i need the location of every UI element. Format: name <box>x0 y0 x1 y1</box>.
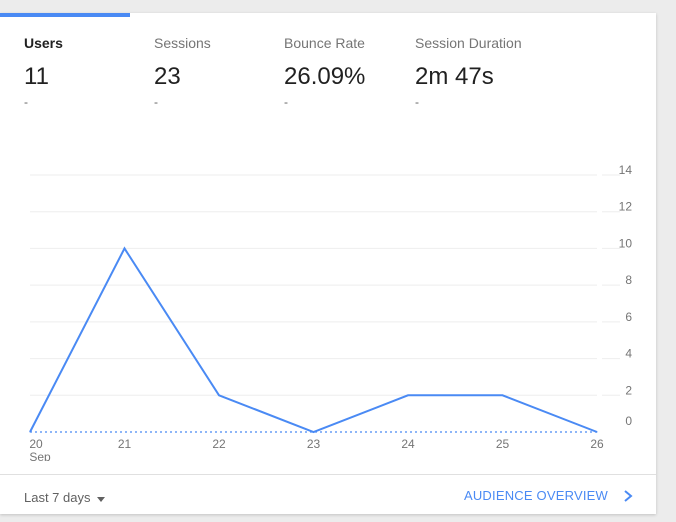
audience-overview-label: AUDIENCE OVERVIEW <box>463 488 608 503</box>
footer-divider <box>0 474 656 475</box>
x-tick-label: 21 <box>118 437 132 451</box>
data-point <box>218 394 220 396</box>
chevron-right-icon <box>624 489 633 502</box>
date-range-label: Last 7 days <box>24 490 91 505</box>
data-point <box>407 394 409 396</box>
metric-value: 26.09% <box>284 63 366 90</box>
x-tick-label: 22 <box>212 437 226 451</box>
metric-label: Users <box>24 35 63 51</box>
metric-label: Session Duration <box>415 35 522 51</box>
y-tick-label: 12 <box>619 200 633 214</box>
metric-tab-users[interactable]: Users 11 - <box>24 35 63 109</box>
data-point <box>502 394 503 396</box>
active-tab-indicator <box>0 13 130 17</box>
data-point <box>596 431 598 433</box>
x-tick-label: 23 <box>307 437 321 451</box>
metric-tab-bounce-rate[interactable]: Bounce Rate 26.09% - <box>284 35 365 109</box>
metric-change: - <box>154 95 158 109</box>
y-tick-label: 14 <box>619 163 633 177</box>
x-tick-label: 25 <box>496 437 510 451</box>
users-widget-card: Users 11 - Sessions 23 - Bounce Rate 26.… <box>0 13 656 514</box>
date-range-dropdown[interactable]: Last 7 days <box>24 490 105 505</box>
y-tick-label: 0 <box>625 414 632 428</box>
series-line <box>29 246 598 434</box>
chart-svg: 0246810121420 21 22 23 24 25 26Sep <box>29 163 633 461</box>
x-tick-label: 24 <box>401 437 415 451</box>
audience-overview-link[interactable]: AUDIENCE OVERVIEW <box>464 488 634 503</box>
metric-change: - <box>284 95 288 109</box>
data-point <box>124 247 125 249</box>
users-line-chart: 0 2 4 6 8 10 12 14 20 21 22 23 24 25 26 Sep <box>0 151 656 461</box>
metric-change: - <box>24 95 28 109</box>
metric-tab-session-duration[interactable]: Session Duration 2m 47s - <box>415 35 522 109</box>
x-tick-label: 26 <box>590 437 604 451</box>
metric-value: 2m 47s <box>415 63 494 90</box>
x-tick-sublabel: Sep <box>29 450 51 461</box>
data-point <box>313 431 314 433</box>
metric-tab-sessions[interactable]: Sessions 23 - <box>154 35 211 109</box>
y-tick-label: 8 <box>625 273 632 287</box>
metric-label: Sessions <box>154 35 211 51</box>
y-tick-label: 10 <box>619 236 633 250</box>
metric-value: 11 <box>24 63 49 90</box>
metric-change: - <box>415 95 419 109</box>
metric-value: 23 <box>154 63 181 90</box>
y-tick-label: 6 <box>625 310 632 324</box>
x-tick-label: 20 <box>29 437 43 451</box>
y-tick-label: 2 <box>625 383 632 397</box>
y-tick-label: 4 <box>625 347 632 361</box>
caret-down-icon <box>96 497 105 502</box>
metric-label: Bounce Rate <box>284 35 365 51</box>
data-point <box>29 431 31 433</box>
